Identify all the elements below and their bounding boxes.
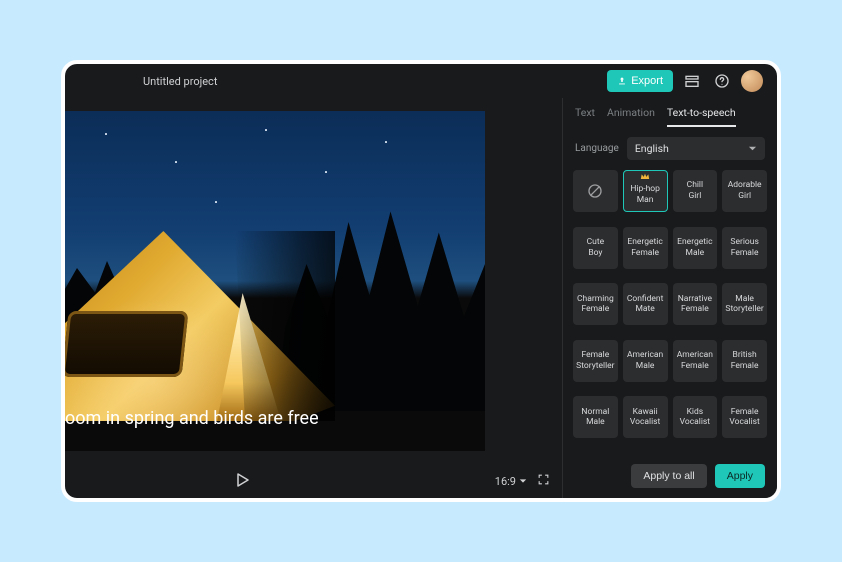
voice-option[interactable]: AmericanMale [623,340,668,382]
aspect-ratio-label: 16:9 [495,475,516,488]
layout-button[interactable] [681,70,703,92]
tab-text[interactable]: Text [575,106,595,127]
voice-option[interactable]: EnergeticMale [673,227,718,269]
voice-option[interactable]: MaleStoryteller [722,283,767,325]
voice-label: NarrativeFemale [678,294,712,315]
voice-none[interactable] [573,170,618,212]
layout-icon [684,73,700,89]
voice-option[interactable]: Hip-hopMan [623,170,668,212]
caption-text[interactable]: oom in spring and birds are free [65,408,319,429]
voice-label: SeriousFemale [730,237,758,258]
voice-label: FemaleStoryteller [576,350,614,371]
export-label: Export [631,75,663,87]
voice-label: BritishFemale [731,350,759,371]
play-icon [237,473,249,487]
main-area: oom in spring and birds are free 16:9 [65,98,777,498]
canvas-tent [65,231,335,421]
video-canvas[interactable]: oom in spring and birds are free [65,111,485,451]
app-window: Untitled project Export [61,60,781,502]
voice-option[interactable]: AmericanFemale [673,340,718,382]
canvas-wrap: oom in spring and birds are free [65,98,562,464]
voice-label: FemaleVocalist [729,407,759,428]
voice-option[interactable]: KidsVocalist [673,396,718,438]
help-icon [714,73,730,89]
language-value: English [635,142,669,155]
voice-label: KawaiiVocalist [630,407,660,428]
voice-option[interactable]: NarrativeFemale [673,283,718,325]
voice-label: CharmingFemale [577,294,614,315]
none-icon [587,183,603,199]
voice-label: AmericanMale [627,350,663,371]
voice-label: EnergeticFemale [627,237,662,258]
voice-label: NormalMale [581,407,609,428]
voice-label: KidsVocalist [680,407,710,428]
voice-option[interactable]: NormalMale [573,396,618,438]
voice-label: CuteBoy [587,237,605,258]
language-label: Language [575,143,619,154]
voice-option[interactable]: CharmingFemale [573,283,618,325]
apply-button[interactable]: Apply [715,464,765,488]
upload-icon [617,76,627,86]
crown-icon [640,173,650,180]
voice-label: ConfidentMate [627,294,664,315]
voices-grid: Hip-hopMan ChillGirl AdorableGirl CuteBoy En… [563,170,777,454]
voice-label: AmericanFemale [677,350,713,371]
chevron-down-icon [519,477,527,485]
language-select[interactable]: English [627,137,765,160]
voice-option[interactable]: ConfidentMate [623,283,668,325]
play-button[interactable] [237,473,249,490]
voice-option[interactable]: CuteBoy [573,227,618,269]
voice-option[interactable]: EnergeticFemale [623,227,668,269]
preview-controls: 16:9 [65,464,562,498]
fullscreen-icon [537,473,550,486]
voice-option[interactable]: KawaiiVocalist [623,396,668,438]
avatar[interactable] [741,70,763,92]
voice-option[interactable]: BritishFemale [722,340,767,382]
tab-animation[interactable]: Animation [607,106,655,127]
voice-option[interactable]: ChillGirl [673,170,718,212]
tab-text-to-speech[interactable]: Text-to-speech [667,106,736,127]
chevron-down-icon [748,144,757,153]
preview-column: oom in spring and birds are free 16:9 [65,98,563,498]
voice-label: Hip-hopMan [630,184,660,205]
top-bar: Untitled project Export [65,64,777,98]
apply-to-all-button[interactable]: Apply to all [631,464,706,488]
aspect-ratio-selector[interactable]: 16:9 [495,475,527,488]
voice-label: MaleStoryteller [725,294,763,315]
voice-option[interactable]: SeriousFemale [722,227,767,269]
help-button[interactable] [711,70,733,92]
language-row: Language English [563,127,777,170]
export-button[interactable]: Export [607,70,673,92]
panel-footer: Apply to all Apply [563,454,777,498]
fullscreen-button[interactable] [537,473,550,489]
side-panel: Text Animation Text-to-speech Language E… [563,98,777,498]
voice-option[interactable]: FemaleStoryteller [573,340,618,382]
voice-label: EnergeticMale [677,237,712,258]
panel-tabs: Text Animation Text-to-speech [563,98,777,127]
project-title[interactable]: Untitled project [143,75,217,88]
voice-option[interactable]: AdorableGirl [722,170,767,212]
voice-label: AdorableGirl [728,180,762,201]
voice-option[interactable]: FemaleVocalist [722,396,767,438]
voice-label: ChillGirl [687,180,703,201]
